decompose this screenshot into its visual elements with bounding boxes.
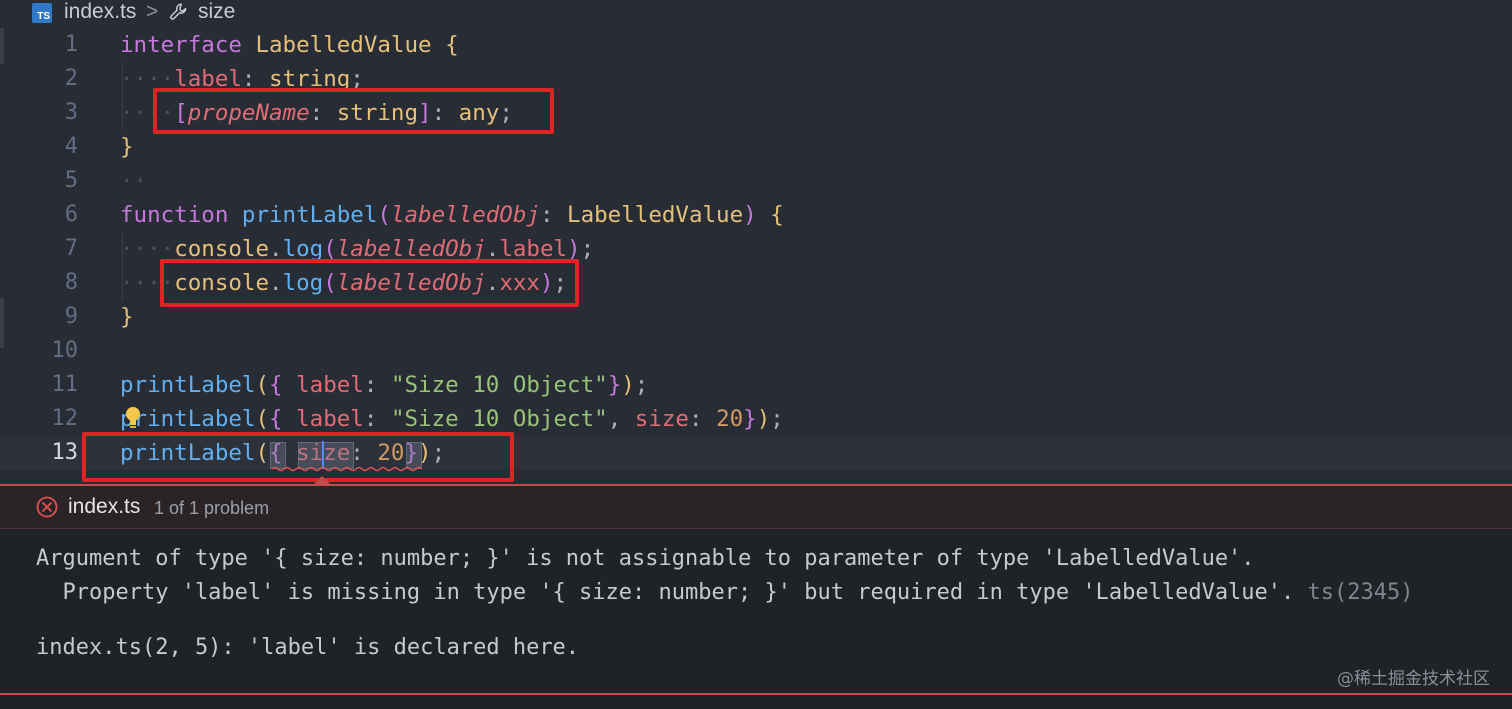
code-text: ··: [120, 168, 148, 194]
code-line[interactable]: 5 ··: [0, 164, 1512, 198]
line-number: 4: [64, 134, 78, 159]
line-number: 13: [51, 440, 79, 465]
line-number: 10: [51, 338, 79, 363]
error-message: Property 'label' is missing in type '{ s…: [36, 578, 1414, 608]
line-number: 1: [64, 32, 78, 57]
error-message-line1: Argument of type '{ size: number; }' is …: [36, 546, 1255, 571]
code-text: printLabel({ label: "Size 10 Object"});: [120, 372, 649, 398]
code-line[interactable]: 6 function printLabel(labelledObj: Label…: [0, 198, 1512, 232]
breadcrumb-symbol[interactable]: size: [198, 0, 235, 24]
error-code[interactable]: ts(2345): [1294, 580, 1414, 605]
breadcrumb: TS index.ts > size: [0, 0, 1512, 26]
line-number: 9: [64, 304, 78, 329]
line-number: 7: [64, 236, 78, 261]
lightbulb-icon[interactable]: [124, 406, 142, 432]
annotation-box: [153, 88, 554, 134]
code-text: }: [120, 134, 134, 160]
line-number: 12: [51, 406, 79, 431]
related-information[interactable]: index.ts(2, 5): 'label' is declared here…: [36, 633, 579, 663]
line-number: 6: [64, 202, 78, 227]
peek-file-name[interactable]: index.ts: [68, 494, 140, 520]
line-number: 11: [51, 372, 79, 397]
error-message: Argument of type '{ size: number; }' is …: [36, 544, 1255, 574]
error-message-line2: Property 'label' is missing in type '{ s…: [36, 580, 1295, 605]
code-line[interactable]: 10: [0, 334, 1512, 368]
error-circle-icon: [36, 496, 58, 518]
watermark: @稀土掘金技术社区: [1337, 669, 1490, 689]
line-number: 8: [64, 270, 78, 295]
code-text: function printLabel(labelledObj: Labelle…: [120, 202, 784, 228]
wrench-icon: [170, 3, 187, 20]
code-text: printLabel({ label: "Size 10 Object", si…: [120, 406, 784, 432]
line-number: 5: [64, 168, 78, 193]
breadcrumb-separator: >: [146, 0, 159, 23]
line-number: 3: [64, 100, 78, 125]
code-line[interactable]: 11 printLabel({ label: "Size 10 Object"}…: [0, 368, 1512, 402]
code-line[interactable]: 1 interface LabelledValue {: [0, 28, 1512, 62]
line-number: 2: [64, 66, 78, 91]
annotation-box: [82, 432, 514, 482]
code-line[interactable]: 12 printLabel({ label: "Size 10 Object",…: [0, 402, 1512, 436]
problem-count: 1 of 1 problem: [154, 498, 270, 518]
peek-border: [0, 693, 1512, 695]
code-line[interactable]: 4 }: [0, 130, 1512, 164]
typescript-file-icon: TS: [32, 3, 52, 23]
annotation-box: [160, 259, 579, 307]
breadcrumb-file[interactable]: index.ts: [64, 0, 136, 24]
code-text: interface LabelledValue {: [120, 32, 459, 58]
code-text: }: [120, 304, 134, 330]
peek-header: index.ts 1 of 1 problem: [0, 486, 1512, 529]
